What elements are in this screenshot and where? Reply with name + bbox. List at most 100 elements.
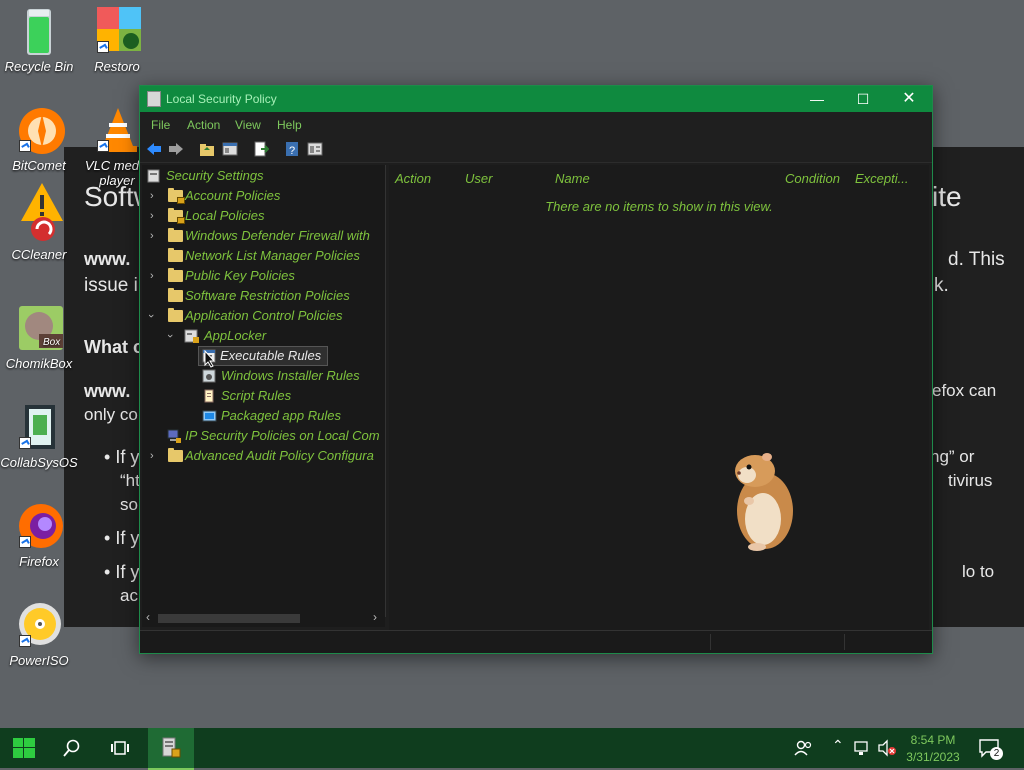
tree-item-label: Security Settings [166,168,264,183]
shortcut-arrow-icon [19,536,31,548]
people-icon[interactable] [794,739,812,757]
hamster-mascot-image [735,453,793,551]
help-icon[interactable]: ? [284,141,300,157]
properties-icon[interactable] [307,141,323,157]
column-header-exceptions[interactable]: Excepti... [855,171,908,186]
desktop-icon-poweriso[interactable]: PowerISO [0,601,79,668]
start-windows-icon[interactable] [13,738,35,758]
desktop-icon-label: Firefox [19,554,59,569]
tree-item-label: IP Security Policies on Local Com [185,428,380,443]
tree-item-label: Windows Defender Firewall with [185,228,370,243]
shortcut-arrow-icon [97,140,109,152]
column-header-name[interactable]: Name [555,171,590,186]
page-heading-right: ite [932,181,962,212]
taskbar-local-security-policy-button[interactable] [148,728,194,770]
menu-help[interactable]: Help [277,118,302,132]
shortcut-arrow-icon [19,635,31,647]
poweriso-disc-icon [17,601,61,649]
window-titlebar[interactable]: Local Security Policy — ☐ ✕ [140,86,932,112]
scrollbar-thumb[interactable] [158,614,300,623]
tree-item-label: Account Policies [185,188,281,203]
packaged-app-rules-icon [202,410,217,422]
close-button[interactable]: ✕ [886,86,932,112]
ip-security-icon [167,429,181,443]
page-bullet-1-line-2-right: tivirus [948,471,993,490]
svg-text:?: ? [289,145,295,157]
desktop-icon-bitcomet[interactable]: BitComet [0,106,79,173]
collapse-chevron-icon[interactable]: › [141,314,161,318]
column-header-user[interactable]: User [465,171,492,186]
export-list-icon[interactable] [253,141,269,157]
tree-item-label: Executable Rules [220,348,322,363]
expand-chevron-icon[interactable]: › [150,446,154,466]
page-bullet-1: • If y [104,447,140,467]
page-line-2-left: issue i [84,275,138,296]
collapse-chevron-icon[interactable]: › [160,334,180,338]
expand-chevron-icon[interactable]: › [150,226,154,246]
page-bullet-1-line-2: “ht [120,471,140,490]
desktop-icon-restoro[interactable]: Restoro [77,7,157,74]
expand-chevron-icon[interactable]: › [150,186,154,206]
column-header-condition[interactable]: Condition [785,171,840,186]
page-bullet-1-right: ng” or [930,447,975,466]
folder-icon [168,248,183,262]
desktop-icon-ccleaner[interactable]: CCleaner [0,181,79,262]
taskbar: ⌃ 8:54 PM 3/31/2023 2 [0,728,1024,770]
desktop-icon-chomikbox[interactable]: Box ChomikBox [0,304,79,371]
console-tree-pane[interactable]: Security Settings › Account Policies › L… [142,165,386,617]
recycle-bin-icon [17,7,61,55]
desktop-icon-firefox[interactable]: Firefox [0,502,79,569]
up-folder-icon[interactable] [199,141,215,157]
local-security-policy-window: Local Security Policy — ☐ ✕ File Action … [139,85,933,654]
page-bold-line-2: www. [84,381,131,401]
forward-arrow-icon[interactable] [168,141,184,157]
desktop-icon-label: PowerISO [9,653,69,668]
installer-rules-icon [202,369,216,383]
search-icon[interactable] [63,739,81,757]
scroll-right-arrow-icon[interactable]: › [373,610,377,624]
status-divider [710,634,711,650]
folder-icon [168,448,183,462]
minimize-button[interactable]: — [794,86,840,112]
action-center-button[interactable]: 2 [978,738,1004,760]
desktop-icon-recycle-bin[interactable]: Recycle Bin [0,7,79,74]
tree-item-label: Public Key Policies [185,268,295,283]
tree-horizontal-scrollbar[interactable]: ‹ › [142,610,385,627]
menu-action[interactable]: Action [187,118,220,132]
clock-date: 3/31/2023 [906,750,960,764]
collabsysos-icon [17,403,61,451]
folder-icon [168,268,183,282]
desktop-icon-label: Recycle Bin [4,59,74,74]
volume-muted-icon[interactable] [877,739,897,757]
page-line-3-right: efox can [932,381,997,400]
menu-view[interactable]: View [235,118,261,132]
restoro-icon [95,7,141,55]
taskbar-clock[interactable]: 8:54 PM 3/31/2023 [902,732,964,766]
rules-list-pane[interactable]: Action User Name Condition Excepti... Th… [389,165,929,631]
tree-item-label: Software Restriction Policies [185,288,350,303]
expand-chevron-icon[interactable]: › [150,266,154,286]
ccleaner-icon [17,181,63,243]
tree-item-executable-rules-selected[interactable]: Executable Rules [198,346,328,366]
show-hide-console-tree-icon[interactable] [222,141,238,157]
column-header-action[interactable]: Action [395,171,431,186]
show-hidden-icons-chevron-icon[interactable]: ⌃ [832,737,844,754]
tree-item-label: Windows Installer Rules [221,368,360,383]
task-view-icon[interactable] [110,739,130,757]
window-title: Local Security Policy [166,92,277,106]
applocker-icon [184,329,199,343]
back-arrow-icon[interactable] [146,141,162,157]
maximize-button[interactable]: ☐ [840,86,886,112]
network-icon[interactable] [853,739,871,757]
menu-file[interactable]: File [151,118,170,132]
page-line-4-left: only co [84,405,138,424]
scroll-left-arrow-icon[interactable]: ‹ [146,610,150,624]
tree-item-label: AppLocker [204,328,267,343]
desktop-icon-label: BitComet [12,158,66,173]
page-bullet-1-line-3: so [120,495,138,514]
expand-chevron-icon[interactable]: › [150,206,154,226]
page-bullet-3-right: lo to [962,562,995,581]
desktop-icon-collabsysos[interactable]: CollabSysOS [0,403,79,470]
clock-time: 8:54 PM [910,733,956,747]
security-policy-app-icon [147,91,161,107]
